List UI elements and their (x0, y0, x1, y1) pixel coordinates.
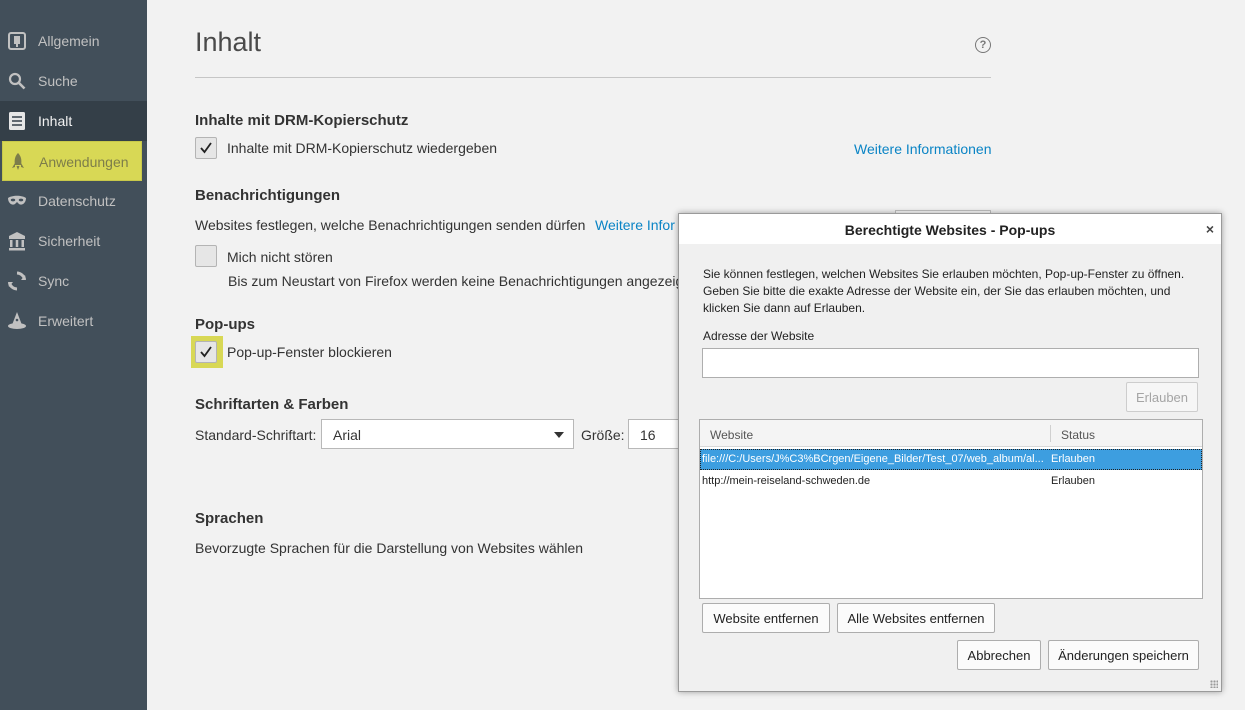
fonts-heading: Schriftarten & Farben (195, 396, 349, 413)
table-header: Website Status (700, 420, 1202, 447)
close-icon[interactable]: × (1206, 221, 1214, 237)
allow-button[interactable]: Erlauben (1126, 382, 1198, 412)
sidebar-item-label: Erweitert (38, 313, 94, 329)
languages-description: Bevorzugte Sprachen für die Darstellung … (195, 540, 584, 556)
general-icon (7, 31, 27, 51)
row-website: file:///C:/Users/J%C3%BCrgen/Eigene_Bild… (702, 453, 1044, 465)
sidebar-item-label: Sync (38, 273, 70, 289)
column-divider (1050, 425, 1051, 442)
lock-icon (7, 231, 27, 251)
sidebar-item-content[interactable]: Inhalt (0, 101, 147, 141)
column-header-status[interactable]: Status (1061, 428, 1095, 442)
sidebar-item-general[interactable]: Allgemein (0, 21, 147, 61)
sidebar-item-advanced[interactable]: Erweitert (0, 301, 147, 341)
size-label: Größe: (581, 427, 625, 443)
default-font-value: Arial (333, 427, 362, 443)
dialog-description: Sie können festlegen, welchen Websites S… (703, 267, 1185, 315)
languages-heading: Sprachen (195, 510, 264, 527)
check-icon (200, 346, 212, 358)
sidebar-item-privacy[interactable]: Datenschutz (0, 181, 147, 221)
help-icon[interactable]: ? (975, 37, 991, 53)
table-row[interactable]: file:///C:/Users/J%C3%BCrgen/Eigene_Bild… (700, 449, 1202, 470)
row-website: http://mein-reiseland-schweden.de (702, 475, 871, 487)
row-status: Erlauben (1051, 453, 1096, 465)
do-not-disturb-note: Bis zum Neustart von Firefox werden kein… (228, 273, 692, 289)
save-changes-button[interactable]: Änderungen speichern (1048, 640, 1199, 670)
cancel-button[interactable]: Abbrechen (957, 640, 1041, 670)
table-row[interactable]: http://mein-reiseland-schweden.de Erlaub… (700, 471, 1202, 492)
dialog-title: Berechtigte Websites - Pop-ups (679, 214, 1221, 244)
check-icon (200, 142, 212, 154)
remove-website-button[interactable]: Website entfernen (702, 603, 830, 633)
drm-checkbox-label[interactable]: Inhalte mit DRM-Kopierschutz wiedergeben (227, 140, 497, 156)
notifications-more-info-link[interactable]: Weitere Infor (595, 217, 675, 233)
sidebar-item-label: Sicherheit (38, 233, 101, 249)
popups-heading: Pop-ups (195, 316, 255, 333)
sidebar: Allgemein Suche Inhalt Anwendungen Daten… (0, 0, 147, 710)
notifications-description: Websites festlegen, welche Benachrichtig… (195, 217, 586, 233)
sidebar-item-label: Datenschutz (38, 193, 116, 209)
divider (195, 77, 991, 78)
dropdown-arrow-icon (554, 432, 564, 438)
search-icon (7, 71, 27, 91)
sidebar-item-security[interactable]: Sicherheit (0, 221, 147, 261)
sidebar-item-label: Suche (38, 73, 78, 89)
sidebar-item-search[interactable]: Suche (0, 61, 147, 101)
drm-checkbox[interactable] (195, 137, 217, 159)
default-font-label: Standard-Schriftart: (195, 427, 317, 443)
sidebar-item-applications[interactable]: Anwendungen (2, 141, 142, 181)
default-font-select[interactable]: Arial (321, 419, 574, 449)
resize-grip-icon[interactable] (1210, 680, 1218, 688)
sidebar-item-label: Allgemein (38, 33, 100, 49)
font-size-value: 16 (640, 427, 656, 443)
mask-icon (7, 191, 27, 211)
sidebar-item-label: Inhalt (38, 113, 73, 129)
block-popups-label[interactable]: Pop-up-Fenster blockieren (227, 344, 392, 360)
page-title: Inhalt (195, 27, 262, 57)
content-icon (7, 111, 27, 131)
drm-heading: Inhalte mit DRM-Kopierschutz (195, 112, 409, 129)
do-not-disturb-label[interactable]: Mich nicht stören (227, 249, 333, 265)
address-input[interactable] (702, 348, 1199, 378)
notifications-heading: Benachrichtigungen (195, 187, 341, 204)
sidebar-item-sync[interactable]: Sync (0, 261, 147, 301)
block-popups-checkbox[interactable] (195, 341, 217, 363)
address-label: Adresse der Website (703, 329, 815, 343)
sidebar-item-label: Anwendungen (39, 154, 129, 170)
rocket-icon (8, 152, 28, 172)
remove-all-websites-button[interactable]: Alle Websites entfernen (837, 603, 995, 633)
row-status: Erlauben (1051, 475, 1096, 487)
column-header-website[interactable]: Website (710, 428, 753, 442)
websites-table: Website Status file:///C:/Users/J%C3%BCr… (699, 419, 1203, 599)
allowed-websites-dialog: Berechtigte Websites - Pop-ups × Sie kön… (678, 213, 1222, 692)
do-not-disturb-checkbox[interactable] (195, 245, 217, 267)
drm-more-info-link[interactable]: Weitere Informationen (854, 141, 991, 157)
wizard-hat-icon (7, 311, 27, 331)
sync-icon (7, 271, 27, 291)
